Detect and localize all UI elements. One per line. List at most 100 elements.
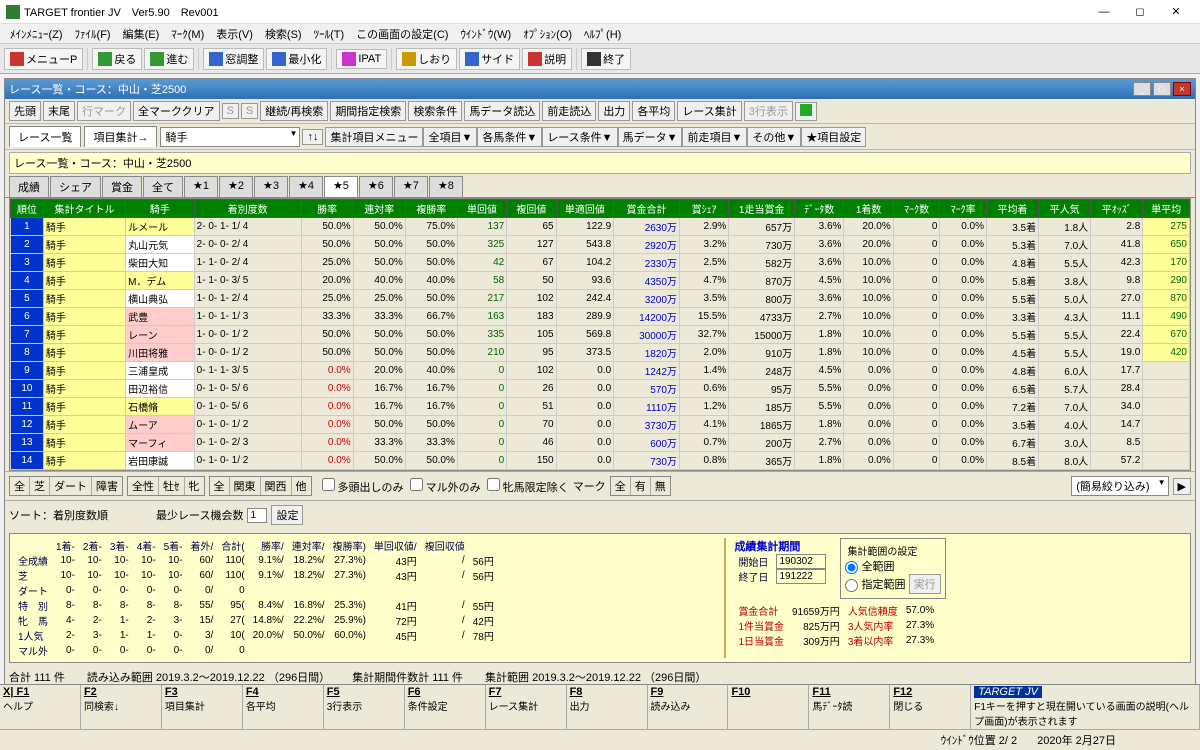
chk-マル外のみ[interactable]: マル外のみ (410, 482, 481, 494)
btn-馬データ▼[interactable]: 馬データ▼ (618, 127, 683, 147)
col-header[interactable]: 着別度数 (194, 200, 301, 218)
col-header[interactable]: 平人気 (1039, 200, 1091, 218)
col-header[interactable]: ﾏｰｸ数 (893, 200, 940, 218)
tab-全て[interactable]: 全て (143, 176, 183, 197)
mark-filter[interactable]: 全有無 (610, 476, 671, 496)
toolbar-戻る[interactable]: 戻る (92, 48, 142, 70)
col-header[interactable]: ﾏｰｸ率 (940, 200, 987, 218)
col-header[interactable]: 複勝率 (405, 200, 457, 218)
tab-race-list[interactable]: レース一覧 (9, 126, 81, 147)
fkey-5[interactable]: F6条件設定 (405, 685, 486, 729)
table-row[interactable]: 2騎手丸山元気2- 0- 0- 2/ 450.0%50.0%50.0%32512… (11, 236, 1190, 254)
btn-レース条件▼[interactable]: レース条件▼ (542, 127, 617, 147)
tab-item-agg[interactable]: 項目集計→ (84, 126, 157, 147)
tab-成績[interactable]: 成績 (9, 176, 49, 197)
tab-★1[interactable]: ★1 (184, 176, 218, 197)
menu-item[interactable]: ﾂｰﾙ(T) (308, 24, 351, 43)
btn-その他▼[interactable]: その他▼ (747, 127, 801, 147)
quick-filter[interactable]: (簡易絞り込み) (1071, 476, 1168, 496)
btn-4[interactable]: S (222, 103, 239, 119)
btn-14[interactable]: 3行表示 (744, 101, 793, 121)
toolbar-IPAT[interactable]: IPAT (336, 49, 387, 69)
fkey-0[interactable]: X| F1ヘルプ (0, 685, 81, 729)
toolbar-しおり[interactable]: しおり (396, 48, 457, 70)
table-row[interactable]: 10騎手田辺裕信0- 1- 0- 5/ 60.0%16.7%16.7%0260.… (11, 380, 1190, 398)
child-close[interactable]: × (1173, 82, 1191, 96)
btn-1[interactable]: 末尾 (43, 101, 75, 121)
toolbar-説明[interactable]: 説明 (522, 48, 572, 70)
menu-item[interactable]: この画面の設定(C) (350, 24, 454, 43)
col-header[interactable]: 賞金合計 (614, 200, 680, 218)
table-row[interactable]: 11騎手石橋脩0- 1- 0- 5/ 60.0%16.7%16.7%0510.0… (11, 398, 1190, 416)
tab-賞金[interactable]: 賞金 (102, 176, 142, 197)
menu-item[interactable]: 編集(E) (117, 24, 166, 43)
end-date[interactable] (776, 569, 826, 584)
table-row[interactable]: 14騎手岩田康誠0- 1- 0- 1/ 20.0%50.0%50.0%01500… (11, 452, 1190, 470)
menu-item[interactable]: ﾏｰｸ(M) (165, 24, 210, 43)
tab-シェア[interactable]: シェア (50, 176, 101, 197)
table-row[interactable]: 7騎手レーン1- 0- 0- 1/ 250.0%50.0%50.0%335105… (11, 326, 1190, 344)
child-maximize[interactable]: □ (1153, 82, 1171, 96)
maximize-button[interactable]: ◻ (1122, 1, 1158, 23)
table-row[interactable]: 8騎手川田将雅1- 0- 0- 1/ 250.0%50.0%50.0%21095… (11, 344, 1190, 362)
btn-★項目設定[interactable]: ★項目設定 (801, 127, 866, 147)
fkey-3[interactable]: F4各平均 (243, 685, 324, 729)
btn-前走項目▼[interactable]: 前走項目▼ (682, 127, 747, 147)
menu-item[interactable]: 表示(V) (210, 24, 259, 43)
col-header[interactable]: 単平均 (1143, 200, 1190, 218)
table-row[interactable]: 12騎手ムーア0- 1- 0- 1/ 20.0%50.0%50.0%0700.0… (11, 416, 1190, 434)
btn-全項目▼[interactable]: 全項目▼ (423, 127, 477, 147)
sex-filter[interactable]: 全性牡ｾ牝 (127, 476, 205, 496)
child-minimize[interactable]: _ (1133, 82, 1151, 96)
btn-集計項目メニュー[interactable]: 集計項目メニュー (325, 127, 423, 147)
scope-range[interactable]: 指定範囲 (845, 579, 905, 591)
fkey-2[interactable]: F3項目集計 (162, 685, 243, 729)
fkey-10[interactable]: F11馬ﾃﾞｰﾀ読 (809, 685, 890, 729)
fkey-9[interactable]: F10 (728, 685, 809, 729)
col-header[interactable]: 賞ｼｪｱ (679, 200, 728, 218)
col-header[interactable]: 1着数 (844, 200, 893, 218)
set-button[interactable]: 設定 (271, 505, 303, 525)
tab-★8[interactable]: ★8 (429, 176, 463, 197)
btn-9[interactable]: 馬データ読込 (464, 101, 540, 121)
fkey-11[interactable]: F12閉じる (890, 685, 971, 729)
sort-toggle[interactable]: ↑↓ (302, 129, 323, 145)
tab-★6[interactable]: ★6 (359, 176, 393, 197)
region-filter[interactable]: 全関東関西他 (209, 476, 312, 496)
tab-★2[interactable]: ★2 (219, 176, 253, 197)
btn-11[interactable]: 出力 (598, 101, 630, 121)
min-input[interactable] (247, 508, 267, 523)
tab-★5[interactable]: ★5 (324, 176, 358, 197)
fkey-8[interactable]: F9読み込み (648, 685, 729, 729)
btn-13[interactable]: レース集計 (677, 101, 741, 121)
minimize-button[interactable]: — (1086, 1, 1122, 23)
btn-各馬条件▼[interactable]: 各馬条件▼ (477, 127, 542, 147)
col-header[interactable]: ﾃﾞｰﾀ数 (795, 200, 844, 218)
table-row[interactable]: 1騎手ルメール2- 0- 1- 1/ 450.0%50.0%75.0%13765… (11, 218, 1190, 236)
btn-3[interactable]: 全マーククリア (133, 101, 220, 121)
menu-item[interactable]: ｳｲﾝﾄﾞｳ(W) (454, 24, 517, 43)
col-header[interactable]: 単回値 (457, 200, 506, 218)
fkey-1[interactable]: F2同検索↓ (81, 685, 162, 729)
close-button[interactable]: ✕ (1158, 1, 1194, 23)
toolbar-終了[interactable]: 終了 (581, 48, 631, 70)
col-header[interactable]: 複回値 (507, 200, 556, 218)
start-date[interactable] (776, 554, 826, 569)
btn-5[interactable]: S (241, 103, 258, 119)
menu-item[interactable]: ﾌｧｲﾙ(F) (69, 24, 117, 43)
fkey-4[interactable]: F53行表示 (324, 685, 405, 729)
btn-10[interactable]: 前走読込 (542, 101, 596, 121)
col-header[interactable]: 勝率 (301, 200, 353, 218)
toolbar-最小化[interactable]: 最小化 (266, 48, 327, 70)
col-header[interactable]: 集計タイトル (43, 200, 125, 218)
col-header[interactable]: 平ｵｯｽﾞ (1091, 200, 1143, 218)
table-row[interactable]: 5騎手横山典弘1- 0- 1- 2/ 425.0%25.0%50.0%21710… (11, 290, 1190, 308)
fkey-7[interactable]: F8出力 (567, 685, 648, 729)
tab-★7[interactable]: ★7 (394, 176, 428, 197)
col-header[interactable]: 順位 (11, 200, 44, 218)
quick-go[interactable]: ▶ (1173, 478, 1191, 495)
toolbar-サイド[interactable]: サイド (459, 48, 520, 70)
green-icon-button[interactable] (795, 102, 817, 121)
btn-12[interactable]: 各平均 (632, 101, 675, 121)
scope-all[interactable]: 全範囲 (845, 561, 894, 573)
